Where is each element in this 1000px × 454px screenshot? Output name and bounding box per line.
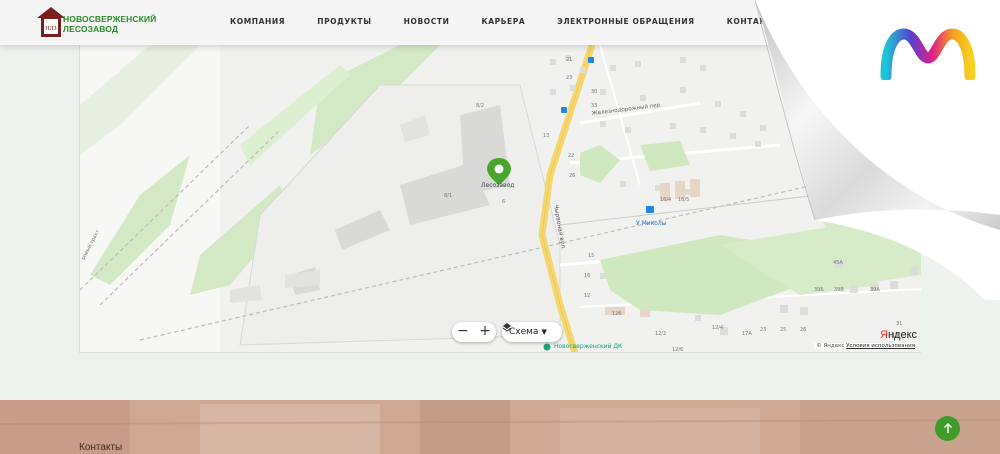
house-number: 15 bbox=[588, 253, 594, 259]
house-number: 12б bbox=[612, 311, 621, 317]
logo-emblem-icon: НЛЗ bbox=[37, 7, 65, 37]
nav-item-news[interactable]: НОВОСТИ bbox=[404, 17, 450, 26]
yandex-logo-first: Я bbox=[880, 329, 888, 341]
copyright-text: © Яндекс bbox=[816, 343, 845, 349]
yandex-logo-rest: ндекс bbox=[887, 329, 917, 341]
nav-item-products[interactable]: ПРОДУКТЫ bbox=[317, 17, 371, 26]
house-number: 6 bbox=[502, 199, 505, 205]
house-number: 8/1 bbox=[444, 193, 452, 199]
house-number: 12 bbox=[584, 293, 590, 299]
logo-line-1: Новосверженский bbox=[63, 14, 157, 24]
terms-link[interactable]: Условия использования bbox=[846, 343, 915, 349]
house-number: 26 bbox=[800, 327, 806, 333]
marker-label: Лесозавод bbox=[481, 182, 514, 189]
poi-dk-label: Новосверженский ДК bbox=[554, 343, 623, 350]
shop-icon[interactable] bbox=[646, 206, 654, 213]
house-number: 25 bbox=[780, 327, 786, 333]
house-number: 12/2 bbox=[655, 331, 666, 337]
house-number: 23 bbox=[566, 75, 572, 81]
poi-shop-label: У Миколы bbox=[636, 220, 667, 227]
footer-background-image bbox=[0, 400, 1000, 454]
layers-icon bbox=[502, 323, 512, 332]
scroll-to-top-button[interactable] bbox=[935, 416, 960, 441]
house-number: 13 bbox=[543, 133, 549, 139]
house-number: 8/2 bbox=[476, 103, 484, 109]
house-number: 21 bbox=[566, 57, 572, 63]
nav-item-e-appeals[interactable]: ЭЛЕКТРОННЫЕ ОБРАЩЕНИЯ bbox=[557, 17, 694, 26]
chevron-down-icon: ▼ bbox=[541, 328, 547, 336]
main-nav: КОМПАНИЯ ПРОДУКТЫ НОВОСТИ КАРЬЕРА ЭЛЕКТР… bbox=[230, 17, 812, 26]
nav-item-company[interactable]: КОМПАНИЯ bbox=[230, 17, 285, 26]
house-number: 30 bbox=[591, 89, 597, 95]
house-number: 22 bbox=[568, 153, 574, 159]
house-number: 26 bbox=[569, 173, 575, 179]
logo-monogram: НЛЗ bbox=[45, 26, 56, 32]
logo-text: Новосверженский Лесозавод bbox=[63, 14, 156, 34]
layers-label: Схема bbox=[509, 327, 539, 337]
house-number: 12/4 bbox=[712, 325, 723, 331]
m-brand-logo-icon[interactable] bbox=[880, 28, 976, 80]
layers-button[interactable]: Схема ▼ bbox=[502, 322, 562, 342]
house-number: 17А bbox=[742, 331, 752, 337]
footer-contacts-title: Контакты bbox=[79, 442, 123, 453]
yandex-logo[interactable]: Яндекс bbox=[880, 329, 917, 341]
map-copyright: © Яндекс Условия использования bbox=[814, 343, 917, 349]
zoom-out-button[interactable]: − bbox=[452, 322, 474, 342]
arrow-up-icon bbox=[943, 423, 952, 433]
house-number: 16/5 bbox=[678, 197, 689, 203]
house-number: 12/6 bbox=[672, 347, 683, 353]
zoom-in-button[interactable]: + bbox=[474, 322, 496, 342]
logo-line-2: Лесозавод bbox=[63, 24, 119, 34]
house-number: 23 bbox=[760, 327, 766, 333]
house-number: 16/4 bbox=[660, 197, 671, 203]
house-number: 33 bbox=[591, 103, 597, 109]
house-number: 31 bbox=[896, 321, 902, 327]
nav-item-career[interactable]: КАРЬЕРА bbox=[481, 17, 525, 26]
house-number: 16 bbox=[584, 273, 590, 279]
company-logo[interactable]: НЛЗ Новосверженский Лесозавод bbox=[36, 6, 156, 40]
footer: Контакты bbox=[0, 400, 1000, 454]
zoom-control: − + bbox=[452, 322, 496, 342]
dk-icon[interactable] bbox=[543, 343, 551, 351]
